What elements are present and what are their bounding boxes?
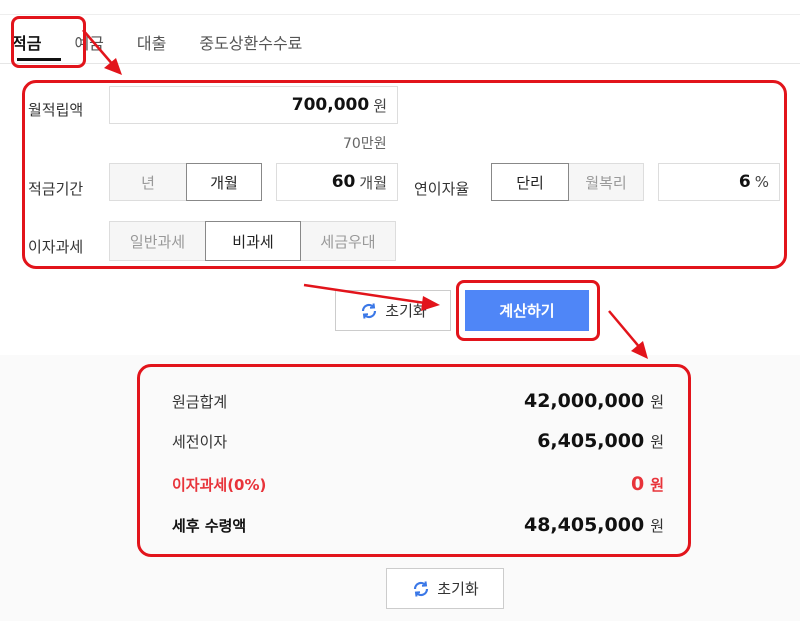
period-unit-month[interactable]: 개월 (186, 163, 262, 201)
arrow-to-calc-button-head (421, 296, 440, 311)
tax-option-exempt[interactable]: 비과세 (205, 221, 301, 261)
annotation-arrows (82, 29, 648, 359)
arrow-tab-to-form-head (104, 58, 122, 75)
arrow-to-results-head (631, 341, 648, 359)
arrow-to-results (608, 310, 642, 350)
arrow-to-calc-button (303, 283, 426, 305)
arrow-tab-to-form (82, 29, 115, 67)
rate-type-simple[interactable]: 단리 (491, 163, 569, 201)
